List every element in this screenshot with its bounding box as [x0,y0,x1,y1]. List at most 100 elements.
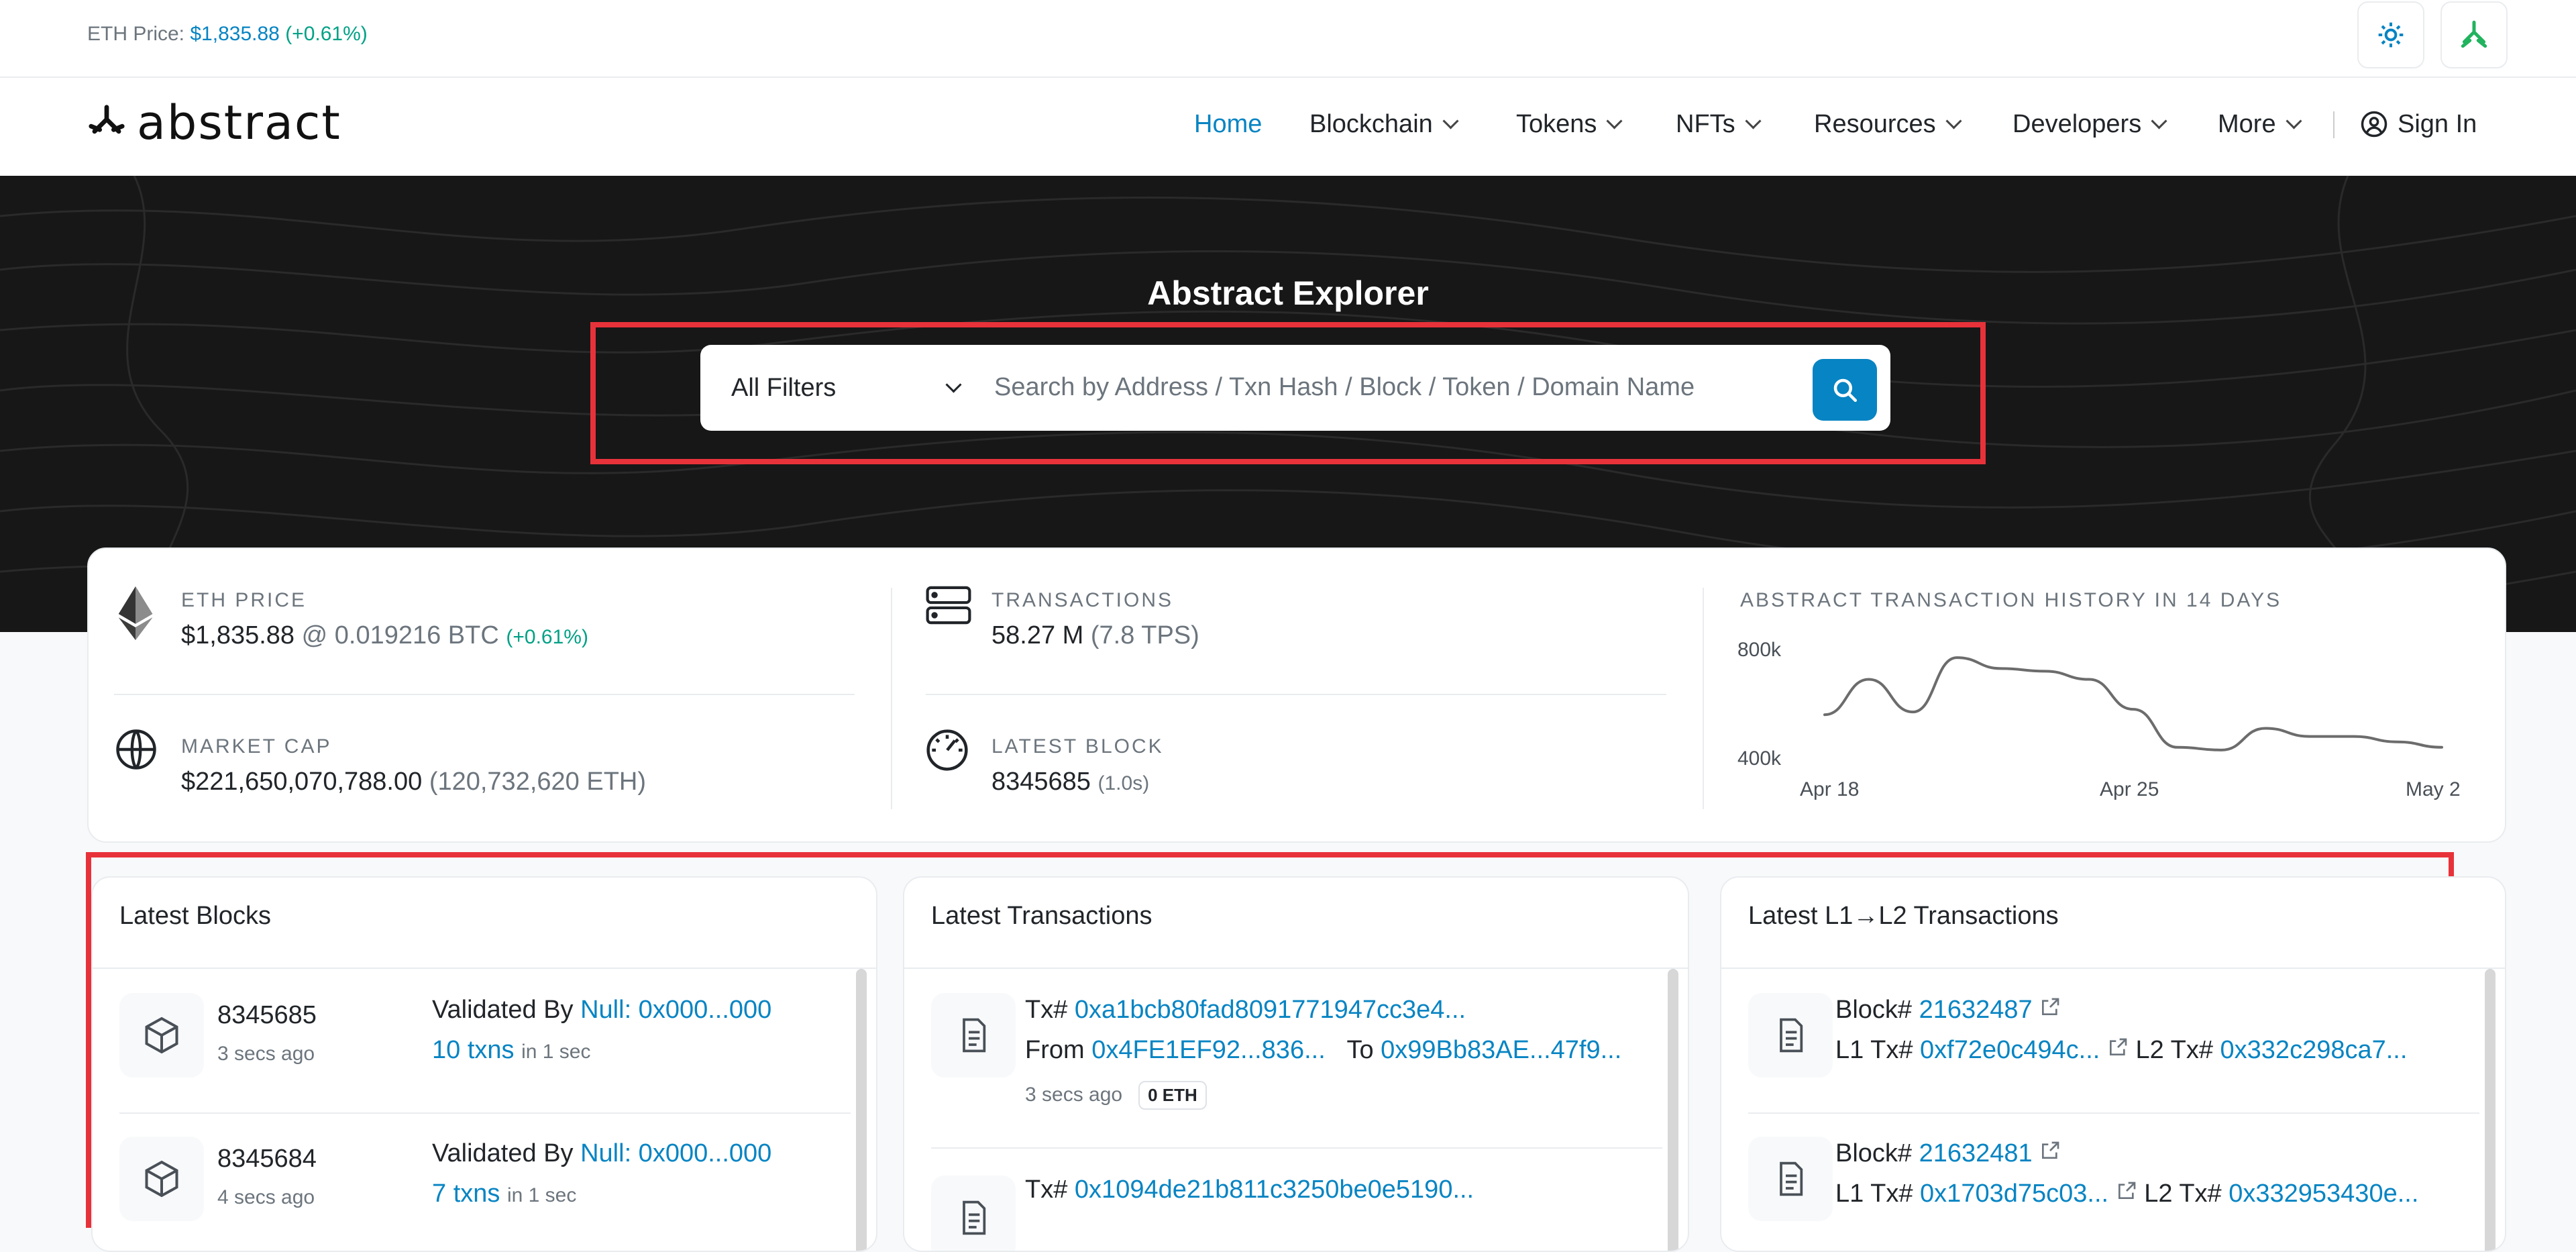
divider [904,968,1688,969]
network-switch-button[interactable] [2440,1,2508,68]
l2-tx-link[interactable]: 0x332953430e... [2229,1180,2418,1208]
eth-price-ticker: ETH Price: $1,835.88 (+0.61%) [87,23,368,46]
block-age: 4 secs ago [217,1186,315,1208]
block-txns-line: 10 txns in 1 sec [432,1036,590,1065]
nav-nfts[interactable]: NFTs [1676,107,1762,141]
scrollbar[interactable] [1668,969,1678,1251]
nav-home[interactable]: Home [1194,107,1262,141]
nav-developers-label: Developers [2012,109,2142,138]
latest-block-stat[interactable]: 8345685 (1.0s) [991,768,1149,796]
eth-price-value: $1,835.88 [181,621,295,649]
site-logo[interactable]: abstract [86,95,341,150]
latest-l1l2-title: Latest L1→L2 Transactions [1748,902,2059,930]
divider [891,588,892,809]
l1-tx-label: L1 Tx# [1835,1180,1913,1208]
external-link-icon[interactable] [2039,996,2061,1018]
l1-block-link[interactable]: 21632481 [1919,1139,2033,1167]
transactions-stat[interactable]: 58.27 M (7.8 TPS) [991,621,1199,650]
x-tick-label: May 2 [2406,778,2461,800]
block-txns-time: in 1 sec [521,1041,591,1063]
user-circle-icon [2361,111,2387,138]
validated-by-label: Validated By [432,1139,574,1167]
block-validator-line: Validated By Null: 0x000...000 [432,1139,771,1168]
validated-by-label: Validated By [432,996,574,1024]
nav-developers[interactable]: Developers [2012,107,2167,141]
tx-from-label: From [1025,1036,1085,1064]
eth-price-ticker-label: ETH Price: [87,23,185,45]
history-series-line [1823,656,2443,751]
chevron-down-icon [2286,112,2302,129]
nav-more[interactable]: More [2218,107,2302,141]
nav-blockchain-label: Blockchain [1309,109,1433,138]
validator-link[interactable]: Null: 0x000...000 [580,996,771,1024]
external-link-icon[interactable] [2116,1180,2137,1202]
l1-block-link[interactable]: 21632487 [1919,996,2033,1024]
ethereum-icon [118,586,153,643]
block-txns-link[interactable]: 10 txns [432,1036,515,1064]
nav-resources[interactable]: Resources [1814,107,1962,141]
nav-blockchain[interactable]: Blockchain [1309,107,1459,141]
nav-tokens-label: Tokens [1516,109,1597,138]
chevron-down-icon [1745,112,1762,129]
tx-to-link[interactable]: 0x99Bb83AE...47f9... [1381,1036,1621,1064]
block-number-link[interactable]: 8345684 [217,1145,317,1173]
divider [119,1112,851,1114]
block-label: Block# [1835,1139,1913,1167]
validator-link[interactable]: Null: 0x000...000 [580,1139,771,1167]
latest-blocks-title: Latest Blocks [119,902,271,930]
transaction-icon [1748,1137,1833,1221]
latest-transactions-title: Latest Transactions [931,902,1152,930]
nav-tokens[interactable]: Tokens [1516,107,1623,141]
hero-title: Abstract Explorer [1147,274,1429,312]
latest-block-time: (1.0s) [1097,772,1150,794]
l1-tx-link[interactable]: 0xf72e0c494c... [1920,1036,2100,1064]
l1l2-tx-line: L1 Tx# 0x1703d75c03... L2 Tx# 0x33295343… [1835,1180,2418,1208]
external-link-icon[interactable] [2039,1140,2061,1161]
nav-nfts-label: NFTs [1676,109,1735,138]
chevron-down-icon [1945,112,1962,129]
tx-from-link[interactable]: 0x4FE1EF92...836... [1091,1036,1326,1064]
tx-hash-link[interactable]: 0x1094de21b811c3250be0e5190... [1075,1176,1474,1204]
l1l2-block-line: Block# 21632481 [1835,1139,2061,1168]
l2-tx-label: L2 Tx# [2135,1036,2213,1064]
eth-price-label: ETH PRICE [181,589,307,611]
chevron-down-icon [1442,112,1459,129]
divider [1721,968,2505,969]
top-price-bar [0,0,2576,78]
l2-tx-label: L2 Tx# [2144,1180,2222,1208]
l1-tx-link[interactable]: 0x1703d75c03... [1920,1180,2108,1208]
tx-from-to-line: From 0x4FE1EF92...836... To 0x99Bb83AE..… [1025,1036,1621,1065]
block-icon [119,993,204,1078]
sign-in-link[interactable]: Sign In [2360,107,2477,141]
transaction-icon [931,1176,1016,1251]
tx-to-label: To [1346,1036,1374,1064]
market-cap-eth: (120,732,620 ETH) [429,768,646,796]
divider [1748,1112,2479,1114]
tx-meta-line: 3 secs ago 0 ETH [1025,1079,1207,1110]
nav-resources-label: Resources [1814,109,1936,138]
tx-hash-link[interactable]: 0xa1bcb80fad8091771947cc3e4... [1075,996,1466,1024]
scrollbar[interactable] [856,969,867,1251]
latest-block-value: 8345685 [991,768,1091,796]
divider [1703,588,1704,809]
transaction-icon [1748,993,1833,1078]
sun-icon [2378,22,2404,48]
external-link-icon[interactable] [2107,1037,2129,1058]
block-number-link[interactable]: 8345685 [217,1001,317,1030]
divider [926,694,1666,695]
sign-in-label: Sign In [2398,109,2477,138]
block-validator-line: Validated By Null: 0x000...000 [432,996,771,1025]
theme-toggle-button[interactable] [2357,1,2424,68]
latest-l1l2-panel: Latest L1→L2 Transactions Block# 2163248… [1720,876,2506,1252]
eth-price-ticker-value[interactable]: $1,835.88 [190,23,279,45]
abstract-logo-icon [89,105,125,134]
transaction-history-chart[interactable]: 800k 400k Apr 18 Apr 25 May 2 [1731,624,2475,805]
eth-price-stat: $1,835.88 @ 0.019216 BTC (+0.61%) [181,621,588,650]
nav-home-label: Home [1194,109,1263,138]
eth-price-btc: @ 0.019216 BTC [301,621,499,649]
block-age: 3 secs ago [217,1043,315,1065]
latest-blocks-panel: Latest Blocks 8345685 3 secs ago Validat… [91,876,877,1252]
l2-tx-link[interactable]: 0x332c298ca7... [2220,1036,2408,1064]
block-txns-link[interactable]: 7 txns [432,1180,500,1208]
scrollbar[interactable] [2485,969,2496,1251]
